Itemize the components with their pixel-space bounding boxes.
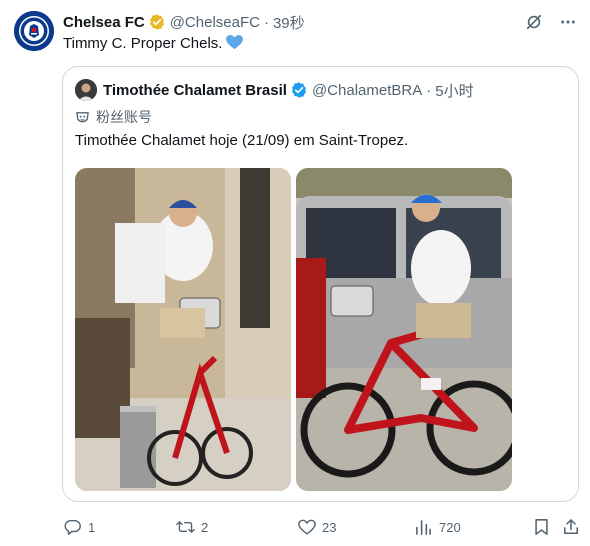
reply-button[interactable]: 1 <box>63 515 95 539</box>
blue-heart-icon <box>226 35 244 50</box>
tweet-body-text: Timmy C. Proper Chels. <box>63 35 223 52</box>
top-right-actions <box>524 12 578 32</box>
quoted-separator-dot: · <box>426 81 432 99</box>
share-icon <box>561 518 580 537</box>
retweet-count: 2 <box>201 519 209 535</box>
quoted-author-handle[interactable]: @ChalametBRA <box>312 82 422 99</box>
bookmark-button[interactable] <box>532 515 557 539</box>
tweet-text: Timmy C. Proper Chels. <box>63 34 244 54</box>
retweet-button[interactable]: 2 <box>176 515 208 539</box>
quoted-photo-2[interactable] <box>296 168 512 491</box>
tweet[interactable]: Chelsea FC @ChelseaFC · 39秒 Timmy C. Pro… <box>0 0 590 546</box>
photo-cyclist-red-bike-icon <box>296 168 512 491</box>
chelsea-crest-icon <box>14 11 54 51</box>
quoted-tweet-header: Timothée Chalamet Brasil @ChalametBRA · … <box>75 79 474 101</box>
views-count: 720 <box>439 519 461 535</box>
more-options-icon[interactable] <box>558 12 578 32</box>
views-chart-icon <box>414 518 433 537</box>
quoted-tweet[interactable]: Timothée Chalamet Brasil @ChalametBRA · … <box>62 66 579 502</box>
reply-count: 1 <box>88 519 96 535</box>
like-button[interactable]: 23 <box>297 515 336 539</box>
verified-blue-badge-icon[interactable] <box>290 81 308 99</box>
tweet-header: Chelsea FC @ChelseaFC · 39秒 <box>63 12 305 32</box>
quoted-tweet-timestamp[interactable]: 5小时 <box>435 80 473 101</box>
share-button[interactable] <box>561 515 586 539</box>
author-display-name[interactable]: Chelsea FC <box>63 14 145 31</box>
fan-account-text: 粉丝账号 <box>96 109 152 125</box>
verified-gold-badge-icon[interactable] <box>148 13 166 31</box>
fan-account-label: 粉丝账号 <box>75 107 152 127</box>
tweet-actions-bar: 1 2 23 720 <box>63 515 581 539</box>
like-count: 23 <box>322 519 337 535</box>
quoted-photo-1[interactable] <box>75 168 291 491</box>
separator-dot: · <box>263 13 269 31</box>
grok-icon[interactable] <box>524 12 544 32</box>
retweet-icon <box>176 518 195 537</box>
theater-masks-icon <box>75 110 90 125</box>
photo-cyclist-street-icon <box>75 168 291 491</box>
tweet-timestamp[interactable]: 39秒 <box>273 12 305 33</box>
quoted-author-display-name[interactable]: Timothée Chalamet Brasil <box>103 82 287 99</box>
author-handle[interactable]: @ChelseaFC <box>170 14 260 31</box>
quoted-author-avatar[interactable] <box>75 79 97 101</box>
reply-icon <box>63 518 82 537</box>
heart-icon <box>297 518 316 537</box>
quoted-tweet-text: Timothée Chalamet hoje (21/09) em Saint-… <box>75 132 409 149</box>
views-button[interactable]: 720 <box>414 515 461 539</box>
bookmark-icon <box>532 518 551 537</box>
chelsea-avatar[interactable] <box>14 11 54 51</box>
